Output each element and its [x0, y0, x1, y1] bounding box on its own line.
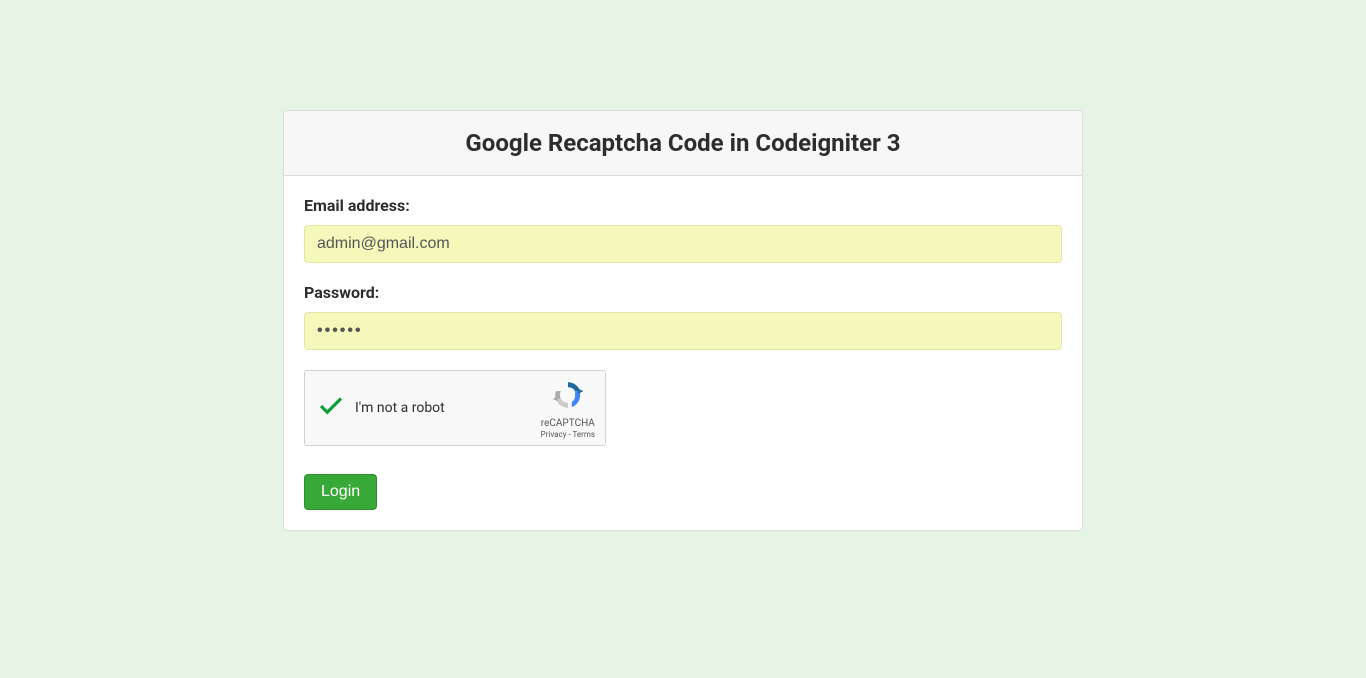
checkmark-icon: [316, 391, 346, 425]
recaptcha-logo-icon: [552, 379, 584, 415]
recaptcha-brand-text: reCAPTCHA: [541, 418, 595, 429]
recaptcha-privacy-link[interactable]: Privacy: [541, 430, 567, 439]
recaptcha-terms-link[interactable]: Terms: [573, 430, 595, 439]
password-field[interactable]: [304, 312, 1062, 350]
recaptcha-checkbox[interactable]: [317, 394, 345, 422]
login-button[interactable]: Login: [304, 474, 377, 510]
panel-header: Google Recaptcha Code in Codeigniter 3: [284, 111, 1082, 176]
recaptcha-widget: I'm not a robot reCAPTCHA Privacy - Term…: [304, 370, 606, 446]
panel-body: Email address: Password: I'm not a robot: [284, 176, 1082, 530]
recaptcha-links: Privacy - Terms: [541, 430, 595, 439]
recaptcha-label: I'm not a robot: [355, 400, 445, 416]
email-group: Email address:: [304, 196, 1062, 263]
page-title: Google Recaptcha Code in Codeigniter 3: [304, 129, 1062, 157]
password-group: Password:: [304, 283, 1062, 350]
password-label: Password:: [304, 283, 1062, 302]
email-field[interactable]: [304, 225, 1062, 263]
recaptcha-branding: reCAPTCHA Privacy - Terms: [541, 379, 595, 439]
login-panel: Google Recaptcha Code in Codeigniter 3 E…: [283, 110, 1083, 531]
email-label: Email address:: [304, 196, 1062, 215]
